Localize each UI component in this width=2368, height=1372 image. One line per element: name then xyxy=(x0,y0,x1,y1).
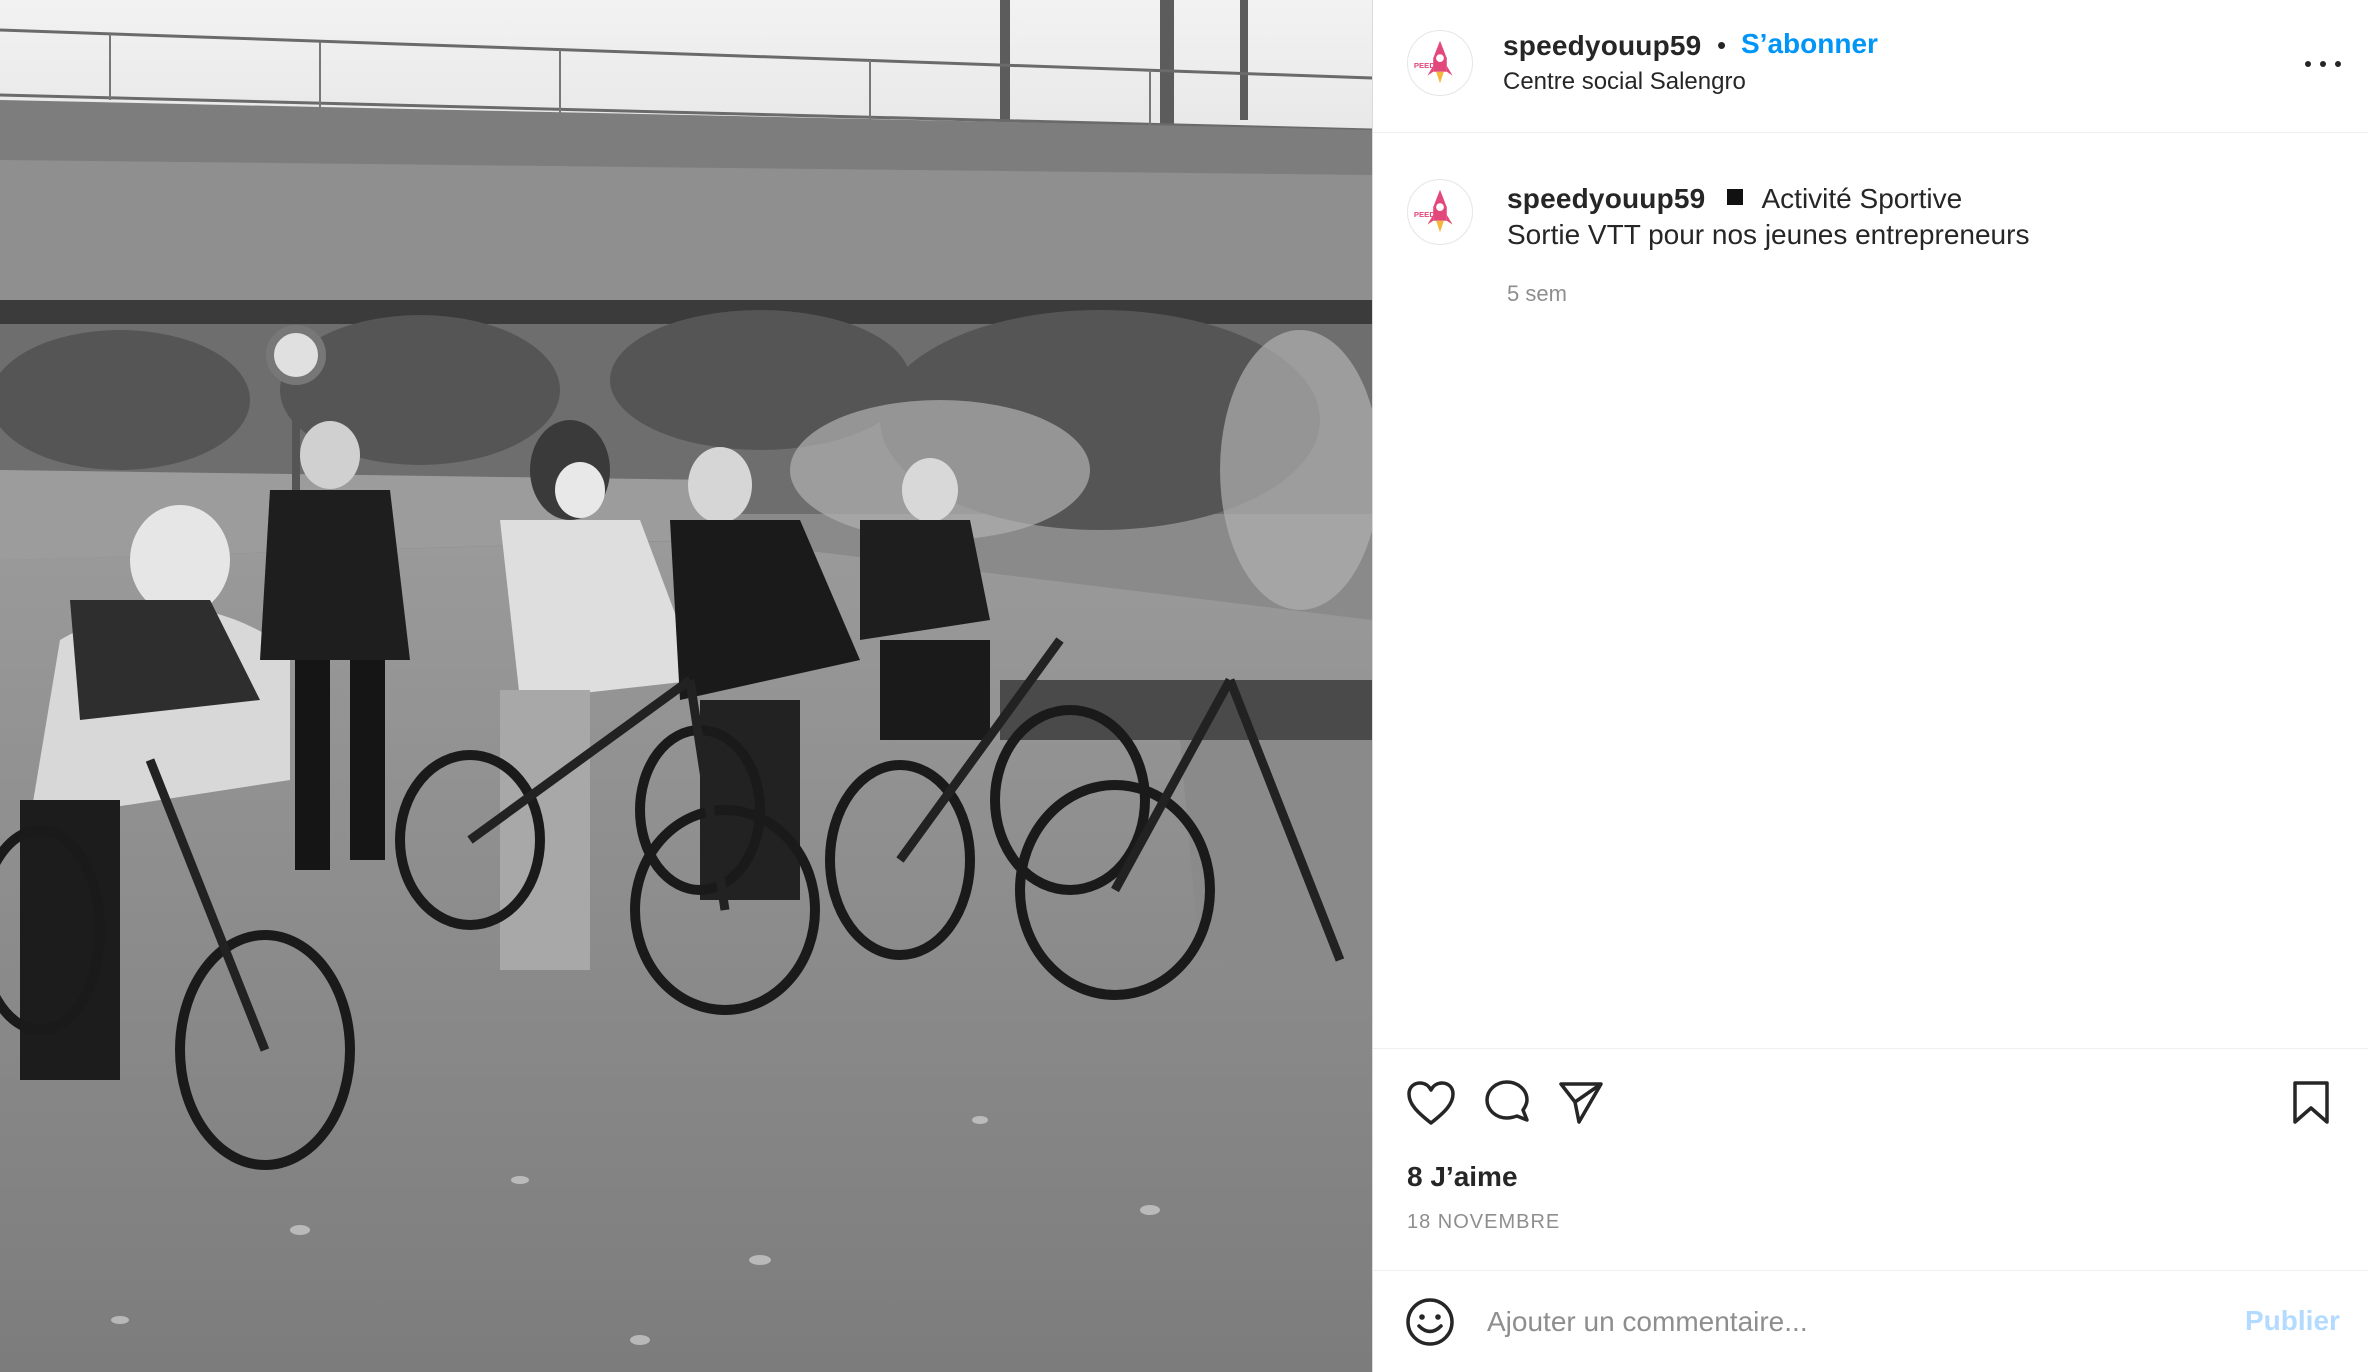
bookmark-icon[interactable] xyxy=(2285,1077,2337,1129)
heart-icon[interactable] xyxy=(1405,1077,1457,1129)
black-square-icon xyxy=(1727,189,1744,205)
share-icon[interactable] xyxy=(1555,1077,1607,1129)
post-author-username[interactable]: speedyouup59 xyxy=(1503,30,1701,62)
post-actions: 8 J’aime 18 NOVEMBRE xyxy=(1373,1048,2368,1270)
comment-bar: Publier xyxy=(1373,1270,2368,1372)
caption-time-ago[interactable]: 5 sem xyxy=(1507,281,1567,307)
svg-text:PEED: PEED xyxy=(1414,61,1436,70)
svg-text:PEED: PEED xyxy=(1414,210,1436,219)
caption-first-line: speedyouup59 Activité Sportive xyxy=(1507,183,1962,215)
post-photo[interactable] xyxy=(0,0,1372,1372)
post-side-panel: PEED speedyouup59 • S’abonner Centre soc… xyxy=(1372,0,2368,1372)
publish-button[interactable]: Publier xyxy=(2245,1305,2340,1337)
separator-dot: • xyxy=(1717,30,1727,60)
post-date[interactable]: 18 NOVEMBRE xyxy=(1407,1211,1560,1234)
caption-text-line2: Sortie VTT pour nos jeunes entrepreneurs xyxy=(1507,219,2030,250)
avatar[interactable]: PEED xyxy=(1407,30,1473,96)
likes-count[interactable]: 8 J’aime xyxy=(1407,1161,1518,1193)
caption-text-line1: Activité Sportive xyxy=(1761,183,1963,214)
follow-button[interactable]: S’abonner xyxy=(1741,28,1878,60)
caption-username[interactable]: speedyouup59 xyxy=(1507,183,1705,214)
post-location[interactable]: Centre social Salengro xyxy=(1503,68,1746,96)
comment-icon[interactable] xyxy=(1481,1077,1533,1129)
caption-avatar[interactable]: PEED xyxy=(1407,179,1473,245)
group-bike-photo xyxy=(0,0,1372,1372)
emoji-icon[interactable] xyxy=(1405,1297,1457,1349)
post-header: PEED speedyouup59 • S’abonner Centre soc… xyxy=(1373,0,2368,133)
comment-input[interactable] xyxy=(1487,1299,2207,1345)
more-options-icon[interactable] xyxy=(2301,50,2345,78)
